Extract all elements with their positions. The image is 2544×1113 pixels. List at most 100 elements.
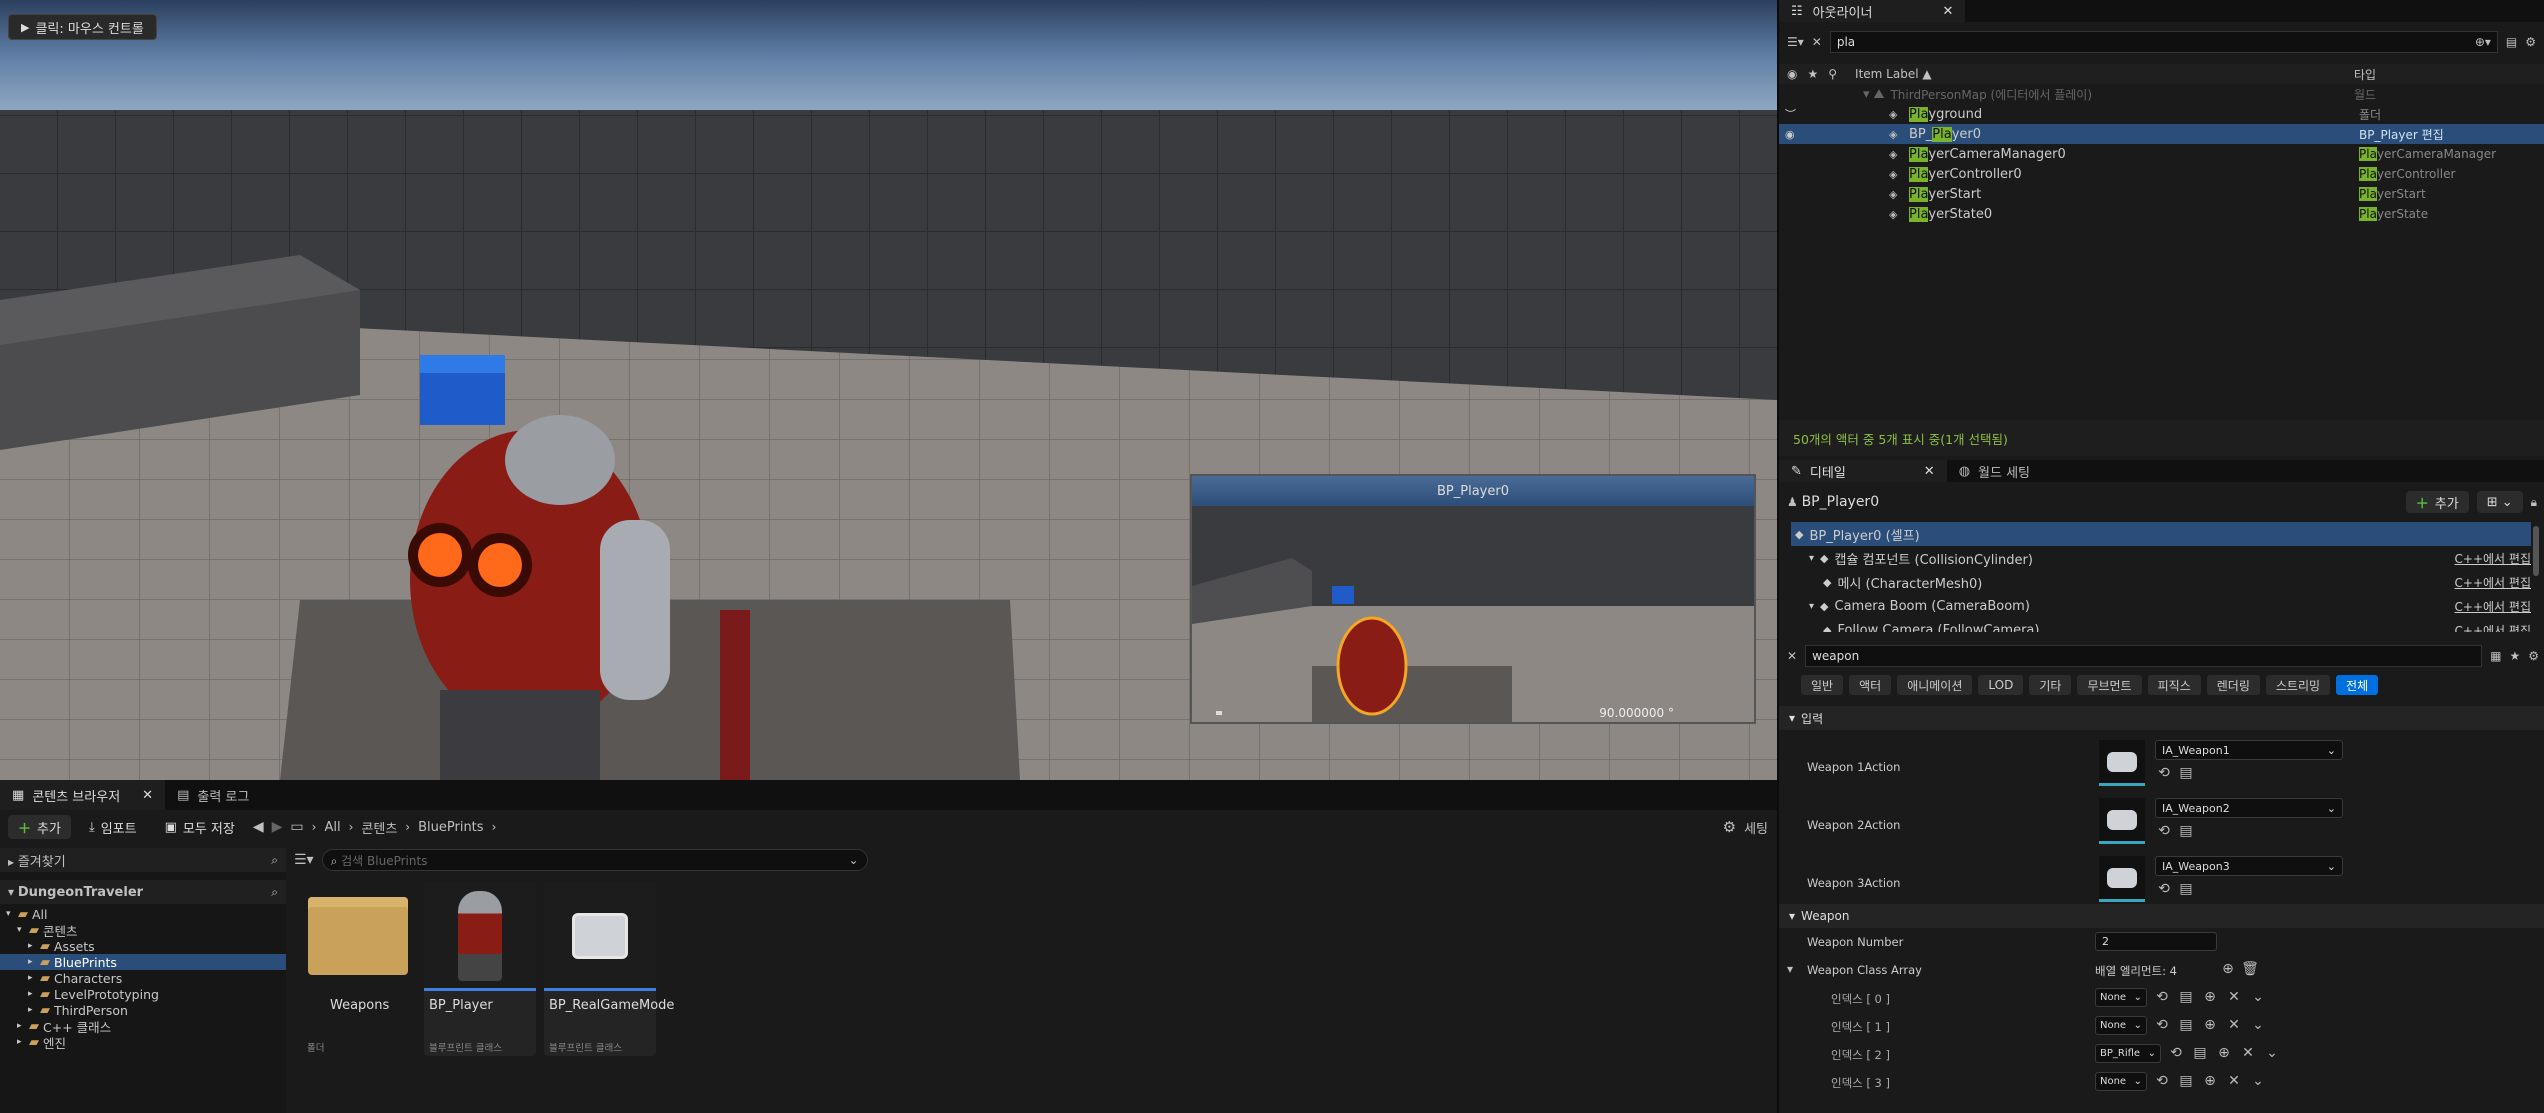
expanded-arrow-icon[interactable]: ▾ xyxy=(1809,553,1814,564)
favorites-header[interactable]: ▸ 즐겨찾기 ⌕ xyxy=(0,848,286,872)
reset-icon[interactable]: ⟲ xyxy=(2155,764,2173,782)
category-button[interactable]: 일반 xyxy=(1801,675,1844,695)
filter-icon[interactable]: ☰▾ xyxy=(1787,35,1804,49)
filter-icon[interactable]: ☰▾ xyxy=(294,852,314,868)
gear-icon[interactable]: ⚙ xyxy=(2525,35,2536,49)
tree-item[interactable]: ▸ ▰ 엔진 xyxy=(0,1034,286,1051)
class-picker-dropdown[interactable]: BP_Rifle ⌄ xyxy=(2095,1044,2161,1063)
class-picker-dropdown[interactable]: None ⌄ xyxy=(2095,988,2147,1007)
lock-icon[interactable]: 🔒︎ xyxy=(2531,495,2537,510)
collapsed-arrow-icon[interactable]: ▸ xyxy=(17,1021,25,1031)
browse-icon[interactable]: ▤ xyxy=(2177,822,2195,840)
eye-icon[interactable]: ◉ xyxy=(1785,128,1795,141)
eye-closed-icon[interactable]: ︶ xyxy=(1785,106,1796,122)
world-row[interactable]: ▾ ⛰ ThirdPersonMap (에디터에서 플레이) 월드 xyxy=(1779,84,2544,104)
edit-in-cpp-link[interactable]: C++에서 편집 xyxy=(2455,550,2531,567)
category-button[interactable]: 기타 xyxy=(2029,675,2072,695)
history-back-icon[interactable]: ◀ xyxy=(253,819,264,835)
input-action-thumbnail[interactable] xyxy=(2099,740,2145,786)
add-icon[interactable]: ⊕ xyxy=(2201,1072,2219,1090)
class-picker-dropdown[interactable]: None ⌄ xyxy=(2095,1016,2147,1035)
chevron-down-icon[interactable]: ⌄ xyxy=(2249,988,2267,1006)
chevron-down-icon[interactable]: ⌄ xyxy=(2263,1044,2281,1062)
collapsed-arrow-icon[interactable]: ▸ xyxy=(28,941,36,951)
edit-in-cpp-link[interactable]: C++에서 편집 xyxy=(2455,598,2531,615)
close-icon[interactable]: ✕ xyxy=(2225,988,2243,1006)
star-icon[interactable]: ★ xyxy=(1807,67,1818,81)
trash-icon[interactable]: 🗑︎ xyxy=(2241,960,2259,978)
close-icon[interactable]: ✕ xyxy=(2239,1044,2257,1062)
chevron-down-icon[interactable]: ⌄ xyxy=(2249,1016,2267,1034)
component-row[interactable]: ◆ 메시 (CharacterMesh0) C++에서 편집 xyxy=(1791,570,2531,594)
input-action-thumbnail[interactable] xyxy=(2099,856,2145,902)
asset-tile[interactable]: BP_RealGameMode 블루프린트 클래스 xyxy=(544,882,674,1056)
tab-output-log[interactable]: ▤ 출력 로그 xyxy=(165,780,261,810)
category-button[interactable]: 스트리밍 xyxy=(2265,675,2331,695)
input-action-dropdown[interactable]: IA_Weapon2 ⌄ xyxy=(2155,798,2343,818)
expanded-arrow-icon[interactable]: ▾ xyxy=(17,925,25,935)
import-button[interactable]: ⤓ 임포트 xyxy=(79,815,147,839)
close-icon[interactable]: ✕ xyxy=(2225,1072,2243,1090)
add-filter-icon[interactable]: ⊕▾ xyxy=(2475,35,2491,49)
category-button[interactable]: LOD xyxy=(1978,675,2024,695)
collapsed-arrow-icon[interactable]: ▸ xyxy=(28,1005,36,1015)
category-button[interactable]: 액터 xyxy=(1849,675,1892,695)
project-header[interactable]: ▾ DungeonTraveler ⌕ xyxy=(0,880,286,904)
asset-search-input[interactable]: ⌕ 검색 BluePrints ⌄ xyxy=(321,849,868,871)
edit-in-cpp-link[interactable]: C++에서 편집 xyxy=(2455,574,2531,591)
expanded-arrow-icon[interactable]: ▾ xyxy=(1809,601,1814,612)
collapsed-arrow-icon[interactable]: ▸ xyxy=(17,1037,25,1047)
reset-icon[interactable]: ⟲ xyxy=(2153,1072,2171,1090)
tree-item[interactable]: ▸ ▰ LevelPrototyping xyxy=(0,986,286,1002)
edit-in-cpp-link[interactable]: C++에서 편집 xyxy=(2455,622,2531,633)
close-tab-icon[interactable]: ✕ xyxy=(1942,4,1953,19)
mouse-control-hint[interactable]: ▶ 클릭: 마우스 컨트롤 xyxy=(8,14,157,40)
browse-icon[interactable]: ▤ xyxy=(2177,988,2195,1006)
input-action-dropdown[interactable]: IA_Weapon1 ⌄ xyxy=(2155,740,2343,760)
browse-icon[interactable]: ▤ xyxy=(2177,1016,2195,1034)
category-button[interactable]: 렌더링 xyxy=(2206,675,2260,695)
breadcrumb-content[interactable]: 콘텐츠 xyxy=(361,818,397,837)
collapsed-arrow-icon[interactable]: ▸ xyxy=(28,989,36,999)
collapsed-arrow-icon[interactable]: ▸ xyxy=(28,957,36,967)
gear-icon[interactable]: ⚙ xyxy=(2528,649,2539,663)
breadcrumb-blueprints[interactable]: BluePrints xyxy=(418,820,483,835)
camera-preview-window[interactable]: BP_Player0 90.000000 ° xyxy=(1190,474,1756,724)
add-icon[interactable]: ⊕ xyxy=(2201,988,2219,1006)
reset-icon[interactable]: ⟲ xyxy=(2155,822,2173,840)
expanded-arrow-icon[interactable]: ▾ xyxy=(6,909,14,919)
pin-icon[interactable]: ⚲ xyxy=(1828,67,1837,81)
collapsed-arrow-icon[interactable]: ▸ xyxy=(28,973,36,983)
search-icon[interactable]: ⌕ xyxy=(271,853,278,868)
add-icon[interactable]: ⊕ xyxy=(2215,1044,2233,1062)
class-picker-dropdown[interactable]: None ⌄ xyxy=(2095,1072,2147,1091)
close-tab-icon[interactable]: ✕ xyxy=(142,788,153,803)
input-action-thumbnail[interactable] xyxy=(2099,798,2145,844)
reset-icon[interactable]: ⟲ xyxy=(2153,988,2171,1006)
history-forward-icon[interactable]: ▶ xyxy=(272,819,283,835)
category-button[interactable]: 피직스 xyxy=(2147,675,2201,695)
asset-tile[interactable]: BP_Player 블루프린트 클래스 xyxy=(424,882,536,1056)
browse-icon[interactable]: ▤ xyxy=(2177,764,2195,782)
asset-tile[interactable]: Weapons 폴더 xyxy=(302,882,414,1056)
browse-icon[interactable]: ▤ xyxy=(2177,880,2195,898)
eye-icon[interactable]: ◉ xyxy=(1787,67,1797,81)
input-action-dropdown[interactable]: IA_Weapon3 ⌄ xyxy=(2155,856,2343,876)
chevron-down-icon[interactable]: ⌄ xyxy=(2249,1072,2267,1090)
outliner-row[interactable]: ◈ PlayerStart PlayerStart xyxy=(1779,184,2544,204)
tab-details[interactable]: ✎ 디테일 ✕ xyxy=(1779,460,1947,482)
add-element-icon[interactable]: ⊕ xyxy=(2219,960,2237,978)
reset-icon[interactable]: ⟲ xyxy=(2153,1016,2171,1034)
save-all-button[interactable]: ▣ 모두 저장 xyxy=(155,815,245,839)
tab-content-browser[interactable]: ▦ 콘텐츠 브라우저 ✕ xyxy=(0,780,166,810)
settings-label[interactable]: 세팅 xyxy=(1744,818,1768,837)
star-icon[interactable]: ★ xyxy=(2509,649,2520,663)
component-row[interactable]: ◆ BP_Player0 (셀프) xyxy=(1791,522,2531,546)
add-component-button[interactable]: ＋ 추가 xyxy=(2405,491,2469,513)
add-icon[interactable]: ⊕ xyxy=(2201,1016,2219,1034)
expanded-arrow-icon[interactable]: ▾ xyxy=(1787,962,1793,976)
level-viewport[interactable]: ▶ 클릭: 마우스 컨트롤 BP_Player0 90.000000 ° xyxy=(0,0,1777,780)
clear-search-icon[interactable]: ✕ xyxy=(1812,35,1822,49)
browse-icon[interactable]: ▤ xyxy=(2177,1072,2195,1090)
search-icon[interactable]: ⌕ xyxy=(271,885,278,900)
